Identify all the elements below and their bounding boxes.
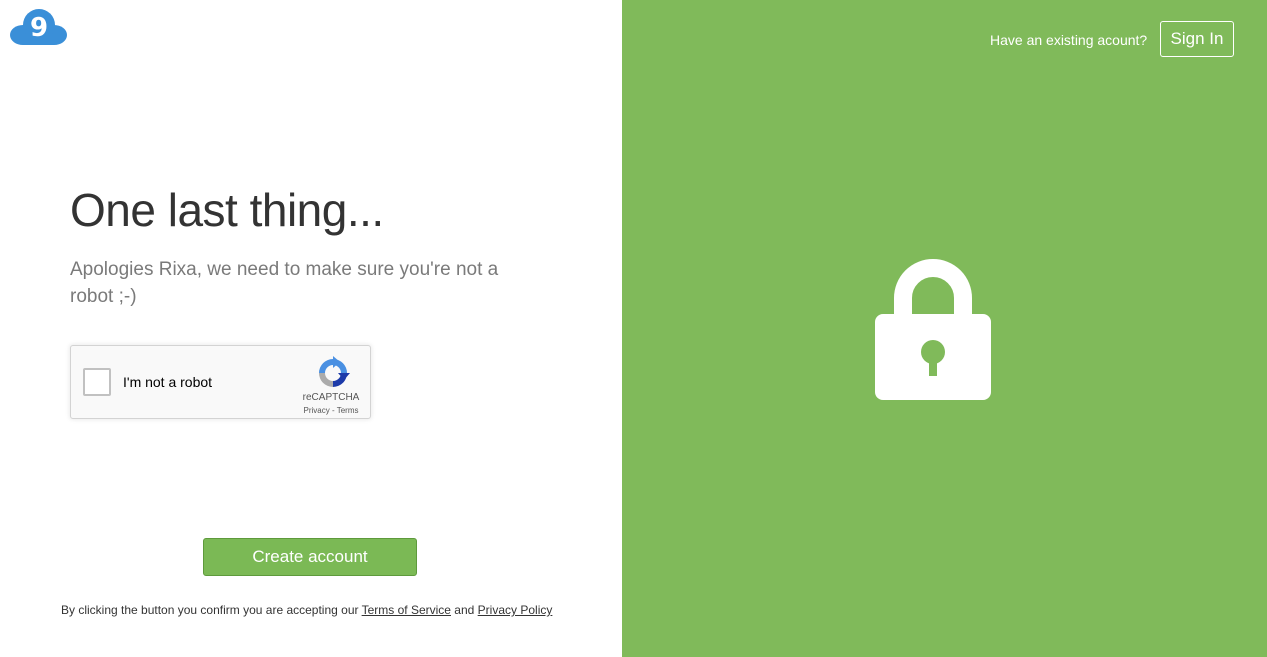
- legal-prefix: By clicking the button you confirm you a…: [61, 603, 362, 617]
- sign-in-button[interactable]: Sign In: [1160, 21, 1234, 57]
- recaptcha-logo-icon: [319, 356, 350, 387]
- recaptcha-link-separator: -: [329, 406, 337, 415]
- recaptcha-terms-link[interactable]: Terms: [337, 406, 359, 415]
- page-title: One last thing...: [70, 184, 384, 236]
- recaptcha-brand: reCAPTCHA: [302, 392, 360, 403]
- recaptcha-links: Privacy - Terms: [299, 406, 363, 415]
- recaptcha-widget: I'm not a robot reCAPTCHA Privacy - Term…: [70, 345, 371, 419]
- recaptcha-label: I'm not a robot: [123, 374, 213, 390]
- legal-notice: By clicking the button you confirm you a…: [61, 603, 552, 617]
- recaptcha-privacy-link[interactable]: Privacy: [304, 406, 330, 415]
- recaptcha-checkbox[interactable]: [83, 368, 111, 396]
- padlock-icon: [875, 259, 991, 400]
- page-subtitle: Apologies Rixa, we need to make sure you…: [70, 259, 499, 307]
- svg-text:9: 9: [30, 13, 48, 43]
- legal-joiner: and: [450, 603, 478, 617]
- create-account-button[interactable]: Create account: [203, 538, 417, 576]
- cloud-nine-logo-icon[interactable]: 9: [9, 8, 69, 46]
- terms-of-service-link[interactable]: Terms of Service: [362, 603, 451, 617]
- signup-page: 9 One last thing... Apologies Rixa, we n…: [0, 0, 1267, 657]
- privacy-policy-link[interactable]: Privacy Policy: [478, 603, 553, 617]
- existing-account-text: Have an existing acount?: [990, 32, 1148, 48]
- form-panel: 9 One last thing... Apologies Rixa, we n…: [0, 0, 622, 657]
